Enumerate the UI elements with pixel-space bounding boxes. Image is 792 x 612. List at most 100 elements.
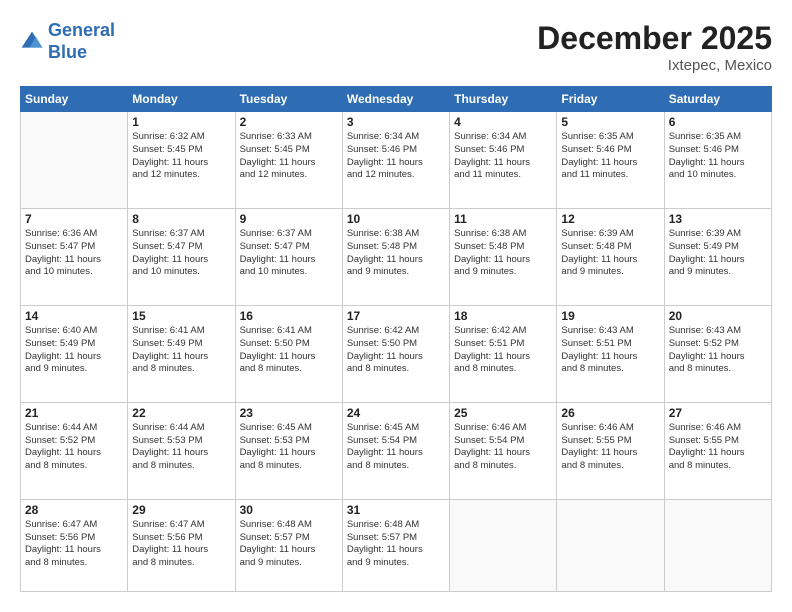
calendar-cell: 18 Sunrise: 6:42 AMSunset: 5:51 PMDayligh… [450,305,557,402]
day-header-saturday: Saturday [664,87,771,112]
calendar-cell: 25Sunrise: 6:46 AMSunset: 5:54 PMDayligh… [450,402,557,499]
calendar-week-5: 28 Sunrise: 6:47 AMSunset: 5:56 PMDayligh… [21,499,772,591]
day-number: 12 [561,212,659,226]
day-info: Sunrise: 6:37 AMSunset: 5:47 PMDaylight:… [240,228,338,279]
day-info: Sunrise: 6:39 AMSunset: 5:48 PMDaylight:… [561,228,659,279]
day-number: 23 [240,406,338,420]
day-number: 19 [561,309,659,323]
calendar-cell: 5 Sunrise: 6:35 AMSunset: 5:46 PMDaylight… [557,112,664,209]
logo-text: General Blue [48,20,115,63]
day-number: 26 [561,406,659,420]
day-info: Sunrise: 6:45 AMSunset: 5:54 PMDaylight:… [347,422,445,473]
day-number: 10 [347,212,445,226]
day-info: Sunrise: 6:47 AMSunset: 5:56 PMDaylight:… [25,519,123,570]
day-header-thursday: Thursday [450,87,557,112]
day-info: Sunrise: 6:45 AMSunset: 5:53 PMDaylight:… [240,422,338,473]
day-number: 15 [132,309,230,323]
calendar-cell: 4Sunrise: 6:34 AMSunset: 5:46 PMDaylight… [450,112,557,209]
calendar-cell: 6 Sunrise: 6:35 AMSunset: 5:46 PMDaylight… [664,112,771,209]
day-number: 18 [454,309,552,323]
calendar-cell: 2 Sunrise: 6:33 AMSunset: 5:45 PMDaylight… [235,112,342,209]
day-number: 24 [347,406,445,420]
month-title: December 2025 [537,20,772,57]
calendar-cell: 17 Sunrise: 6:42 AMSunset: 5:50 PMDayligh… [342,305,449,402]
calendar-week-4: 21 Sunrise: 6:44 AMSunset: 5:52 PMDayligh… [21,402,772,499]
day-info: Sunrise: 6:48 AMSunset: 5:57 PMDaylight:… [240,519,338,570]
day-number: 8 [132,212,230,226]
calendar-cell: 21 Sunrise: 6:44 AMSunset: 5:52 PMDayligh… [21,402,128,499]
calendar-cell: 30 Sunrise: 6:48 AMSunset: 5:57 PMDayligh… [235,499,342,591]
calendar-cell: 22 Sunrise: 6:44 AMSunset: 5:53 PMDayligh… [128,402,235,499]
day-info: Sunrise: 6:33 AMSunset: 5:45 PMDaylight:… [240,131,338,182]
day-number: 22 [132,406,230,420]
day-number: 2 [240,115,338,129]
logo-icon [20,30,44,54]
day-info: Sunrise: 6:44 AMSunset: 5:52 PMDaylight:… [25,422,123,473]
day-header-sunday: Sunday [21,87,128,112]
logo: General Blue [20,20,115,63]
day-number: 17 [347,309,445,323]
day-info: Sunrise: 6:35 AMSunset: 5:46 PMDaylight:… [561,131,659,182]
day-info: Sunrise: 6:41 AMSunset: 5:50 PMDaylight:… [240,325,338,376]
day-info: Sunrise: 6:40 AMSunset: 5:49 PMDaylight:… [25,325,123,376]
calendar-cell [557,499,664,591]
header: General Blue December 2025 Ixtepec, Mexi… [20,20,772,74]
calendar-cell: 28 Sunrise: 6:47 AMSunset: 5:56 PMDayligh… [21,499,128,591]
calendar-cell: 13 Sunrise: 6:39 AMSunset: 5:49 PMDayligh… [664,208,771,305]
day-number: 30 [240,503,338,517]
calendar-cell: 7 Sunrise: 6:36 AMSunset: 5:47 PMDaylight… [21,208,128,305]
calendar-cell: 20Sunrise: 6:43 AMSunset: 5:52 PMDayligh… [664,305,771,402]
calendar-cell: 1Sunrise: 6:32 AMSunset: 5:45 PMDaylight… [128,112,235,209]
calendar-cell: 9 Sunrise: 6:37 AMSunset: 5:47 PMDaylight… [235,208,342,305]
calendar-week-1: 1Sunrise: 6:32 AMSunset: 5:45 PMDaylight… [21,112,772,209]
day-header-monday: Monday [128,87,235,112]
day-info: Sunrise: 6:46 AMSunset: 5:55 PMDaylight:… [561,422,659,473]
calendar-cell: 27Sunrise: 6:46 AMSunset: 5:55 PMDayligh… [664,402,771,499]
day-info: Sunrise: 6:39 AMSunset: 5:49 PMDaylight:… [669,228,767,279]
day-number: 9 [240,212,338,226]
calendar-cell: 24 Sunrise: 6:45 AMSunset: 5:54 PMDayligh… [342,402,449,499]
day-number: 28 [25,503,123,517]
day-info: Sunrise: 6:42 AMSunset: 5:50 PMDaylight:… [347,325,445,376]
page: General Blue December 2025 Ixtepec, Mexi… [0,0,792,612]
calendar-cell: 12 Sunrise: 6:39 AMSunset: 5:48 PMDayligh… [557,208,664,305]
day-info: Sunrise: 6:34 AMSunset: 5:46 PMDaylight:… [347,131,445,182]
day-info: Sunrise: 6:38 AMSunset: 5:48 PMDaylight:… [347,228,445,279]
calendar-cell [450,499,557,591]
calendar-week-3: 14 Sunrise: 6:40 AMSunset: 5:49 PMDayligh… [21,305,772,402]
calendar-header-row: SundayMondayTuesdayWednesdayThursdayFrid… [21,87,772,112]
day-number: 13 [669,212,767,226]
day-number: 6 [669,115,767,129]
calendar-cell: 10 Sunrise: 6:38 AMSunset: 5:48 PMDayligh… [342,208,449,305]
calendar-cell: 8 Sunrise: 6:37 AMSunset: 5:47 PMDaylight… [128,208,235,305]
day-number: 5 [561,115,659,129]
day-info: Sunrise: 6:44 AMSunset: 5:53 PMDaylight:… [132,422,230,473]
calendar-cell [664,499,771,591]
day-number: 4 [454,115,552,129]
calendar-cell: 26 Sunrise: 6:46 AMSunset: 5:55 PMDayligh… [557,402,664,499]
day-info: Sunrise: 6:47 AMSunset: 5:56 PMDaylight:… [132,519,230,570]
day-info: Sunrise: 6:46 AMSunset: 5:55 PMDaylight:… [669,422,767,473]
day-info: Sunrise: 6:35 AMSunset: 5:46 PMDaylight:… [669,131,767,182]
day-number: 14 [25,309,123,323]
day-info: Sunrise: 6:43 AMSunset: 5:51 PMDaylight:… [561,325,659,376]
day-number: 7 [25,212,123,226]
calendar-cell [21,112,128,209]
day-info: Sunrise: 6:48 AMSunset: 5:57 PMDaylight:… [347,519,445,570]
day-number: 20 [669,309,767,323]
day-number: 29 [132,503,230,517]
day-number: 16 [240,309,338,323]
calendar-cell: 11Sunrise: 6:38 AMSunset: 5:48 PMDayligh… [450,208,557,305]
calendar-cell: 31 Sunrise: 6:48 AMSunset: 5:57 PMDayligh… [342,499,449,591]
day-info: Sunrise: 6:36 AMSunset: 5:47 PMDaylight:… [25,228,123,279]
day-info: Sunrise: 6:46 AMSunset: 5:54 PMDaylight:… [454,422,552,473]
calendar-table: SundayMondayTuesdayWednesdayThursdayFrid… [20,86,772,592]
day-number: 21 [25,406,123,420]
day-info: Sunrise: 6:42 AMSunset: 5:51 PMDaylight:… [454,325,552,376]
calendar-cell: 19 Sunrise: 6:43 AMSunset: 5:51 PMDayligh… [557,305,664,402]
day-number: 3 [347,115,445,129]
day-number: 31 [347,503,445,517]
day-header-tuesday: Tuesday [235,87,342,112]
calendar-cell: 15Sunrise: 6:41 AMSunset: 5:49 PMDayligh… [128,305,235,402]
day-info: Sunrise: 6:37 AMSunset: 5:47 PMDaylight:… [132,228,230,279]
